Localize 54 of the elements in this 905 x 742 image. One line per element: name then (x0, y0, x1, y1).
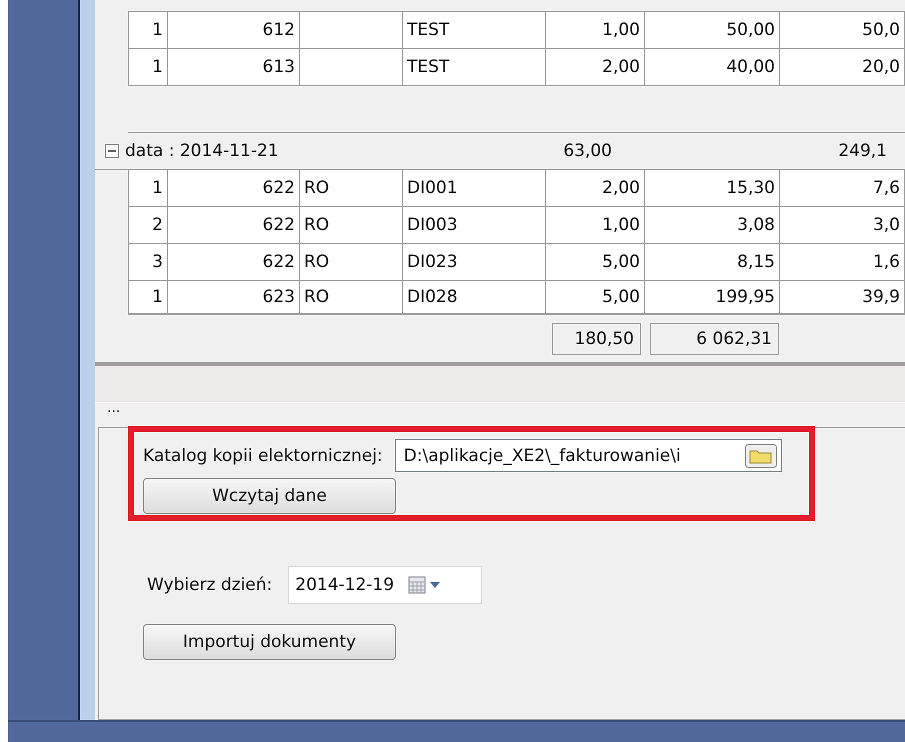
import-button[interactable]: Importuj dokumenty (143, 624, 396, 660)
table-cell: 20,0 (780, 49, 905, 85)
folder-icon[interactable] (744, 444, 777, 468)
table-cell: RO (300, 170, 403, 206)
field-label: Wybierz dzień: (147, 575, 272, 595)
table-cell: DI001 (403, 170, 546, 206)
table-cell: RO (300, 244, 403, 280)
table-cell: 2,00 (546, 49, 645, 85)
table-cell: 623 (168, 281, 300, 313)
table-cell: 1 (128, 49, 168, 85)
table-cell: 1 (128, 170, 168, 206)
field-label: Katalog kopii elektornicznej: (143, 446, 383, 466)
table-cell: 612 (168, 12, 300, 48)
table-cell: 8,15 (645, 244, 780, 280)
table-cell: 613 (168, 49, 300, 85)
table-cell: 15,30 (645, 170, 780, 206)
group-label: data : 2014-11-21 (125, 141, 280, 161)
group-total: 63,00 (562, 141, 612, 161)
table-cell: DI028 (403, 281, 546, 313)
total-cell: 6 062,31 (650, 322, 779, 354)
table-cell: 622 (168, 207, 300, 243)
table-cell: 1 (128, 281, 168, 313)
table-cell: DI003 (403, 207, 546, 243)
table-cell: TEST (403, 12, 546, 48)
table-cell: 50,0 (780, 12, 905, 48)
table-cell: 3 (128, 244, 168, 280)
table-cell: TEST (403, 49, 546, 85)
table-cell: DI023 (403, 244, 546, 280)
path-field[interactable]: D:\aplikacje_XE2\_fakturowanie\i (394, 439, 782, 472)
table-cell: 5,00 (546, 244, 645, 280)
table-cell: 2,00 (546, 170, 645, 206)
table-cell: 7,6 (780, 170, 905, 206)
table-cell: 1,00 (546, 207, 645, 243)
table-cell: 1,00 (546, 12, 645, 48)
date-field[interactable]: 2014-12-19 (288, 566, 482, 604)
table-cell: 39,9 (780, 281, 905, 313)
table-cell: 3,0 (780, 207, 905, 243)
table-cell: 2 (128, 207, 168, 243)
collapse-icon[interactable] (105, 144, 119, 158)
load-button[interactable]: Wczytaj dane (143, 478, 396, 514)
table-cell: 40,00 (645, 49, 780, 85)
table-cell: 199,95 (645, 281, 780, 313)
table-cell: 3,08 (645, 207, 780, 243)
table-cell: 1,6 (780, 244, 905, 280)
table-cell: RO (300, 207, 403, 243)
table-cell: 622 (168, 170, 300, 206)
group-total: 249,1 (837, 141, 887, 161)
table-cell: 622 (168, 244, 300, 280)
total-cell: 180,50 (552, 322, 641, 354)
table-cell: RO (300, 281, 403, 313)
table-cell: 50,00 (645, 12, 780, 48)
group-caption: ... (107, 403, 120, 413)
table-cell: 5,00 (546, 281, 645, 313)
table-cell: 1 (128, 12, 168, 48)
